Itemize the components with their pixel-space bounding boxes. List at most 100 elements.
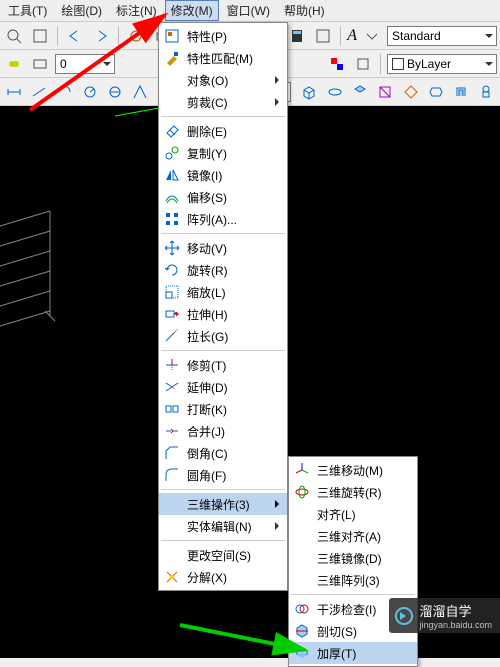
mi-align3d[interactable]: 三维对齐(A)	[289, 525, 417, 547]
separator	[161, 116, 285, 117]
mi-stretch[interactable]: 拉伸(H)	[159, 303, 287, 325]
redo-icon[interactable]	[90, 25, 112, 47]
play-icon	[395, 607, 413, 625]
menu-window[interactable]: 窗口(W)	[221, 0, 276, 21]
action-icon[interactable]	[125, 25, 147, 47]
menu-annotate[interactable]: 标注(N)	[110, 0, 163, 21]
layer-prop-icon[interactable]	[29, 53, 51, 75]
watermark-title: 溜溜自学	[419, 604, 471, 619]
mi-explode[interactable]: 分解(X)	[159, 566, 287, 588]
mi-lengthen[interactable]: 拉长(G)	[159, 325, 287, 347]
palette-icon[interactable]	[312, 25, 334, 47]
dim-icon[interactable]	[104, 81, 125, 103]
color-combo[interactable]: ByLayer	[387, 54, 497, 74]
3d-icon[interactable]	[400, 81, 421, 103]
text-style-icon: A	[347, 27, 357, 45]
join-icon	[163, 422, 181, 440]
find-icon[interactable]	[3, 25, 25, 47]
stretch-icon	[163, 305, 181, 323]
dim-icon[interactable]	[3, 81, 24, 103]
menu-tools[interactable]: 工具(T)	[2, 0, 53, 21]
mi-align[interactable]: 对齐(L)	[289, 503, 417, 525]
separator	[161, 489, 285, 490]
modify-dropdown: 特性(P) 特性匹配(M) 对象(O) 剪裁(C) 删除(E) 复制(Y) 镜像…	[158, 22, 288, 591]
menu-help[interactable]: 帮助(H)	[278, 0, 331, 21]
3d-icon[interactable]	[349, 81, 370, 103]
menu-modify[interactable]: 修改(M)	[165, 0, 219, 21]
undo-icon[interactable]	[64, 25, 86, 47]
separator	[118, 26, 119, 46]
copy-icon	[163, 144, 181, 162]
text-style-value: Standard	[392, 29, 441, 43]
color-icon[interactable]	[352, 53, 374, 75]
array-icon	[163, 210, 181, 228]
mi-thicken[interactable]: 加厚(T)	[289, 642, 417, 664]
text-style-combo[interactable]: Standard	[387, 26, 497, 46]
ortho-icon[interactable]	[29, 25, 51, 47]
matchprop-icon	[163, 49, 181, 67]
dim-icon[interactable]	[79, 81, 100, 103]
mi-3dops[interactable]: 三维操作(3)	[159, 493, 287, 515]
mi-join[interactable]: 合并(J)	[159, 420, 287, 442]
mi-move[interactable]: 移动(V)	[159, 237, 287, 259]
color-value: ByLayer	[407, 57, 451, 71]
mi-clip[interactable]: 剪裁(C)	[159, 91, 287, 113]
mi-move3d[interactable]: 三维移动(M)	[289, 459, 417, 481]
interfere-icon	[293, 600, 311, 618]
3d-icon[interactable]	[375, 81, 396, 103]
explode-icon	[163, 568, 181, 586]
properties-icon	[163, 27, 181, 45]
separator	[380, 54, 381, 74]
mi-break[interactable]: 打断(K)	[159, 398, 287, 420]
mi-solidedit[interactable]: 实体编辑(N)	[159, 515, 287, 537]
separator	[161, 540, 285, 541]
extend-icon	[163, 378, 181, 396]
mi-rotate3d[interactable]: 三维旋转(R)	[289, 481, 417, 503]
mi-copy[interactable]: 复制(Y)	[159, 142, 287, 164]
mi-matchprop[interactable]: 特性匹配(M)	[159, 47, 287, 69]
mi-chspace[interactable]: 更改空间(S)	[159, 544, 287, 566]
mi-erase[interactable]: 删除(E)	[159, 120, 287, 142]
mi-array3d[interactable]: 三维阵列(3)	[289, 569, 417, 591]
3d-icon[interactable]	[324, 81, 345, 103]
mi-array[interactable]: 阵列(A)...	[159, 208, 287, 230]
mi-offset[interactable]: 偏移(S)	[159, 186, 287, 208]
3d-icon[interactable]	[476, 81, 497, 103]
3d-icon[interactable]	[425, 81, 446, 103]
mi-mirror[interactable]: 镜像(I)	[159, 164, 287, 186]
style-dropdown-btn[interactable]	[361, 25, 383, 47]
thicken-icon	[293, 644, 311, 662]
mi-mirror3d[interactable]: 三维镜像(D)	[289, 547, 417, 569]
mi-chamfer[interactable]: 倒角(C)	[159, 442, 287, 464]
mi-scale[interactable]: 缩放(L)	[159, 281, 287, 303]
mi-rotate[interactable]: 旋转(R)	[159, 259, 287, 281]
mirror-icon	[163, 166, 181, 184]
dim-icon[interactable]	[54, 81, 75, 103]
offset-icon	[163, 188, 181, 206]
color-icon[interactable]	[326, 53, 348, 75]
move3d-icon	[293, 461, 311, 479]
3d-icon[interactable]	[450, 81, 471, 103]
move-icon	[163, 239, 181, 257]
separator	[340, 26, 341, 46]
3d-icon[interactable]	[299, 81, 320, 103]
dim-icon[interactable]	[129, 81, 150, 103]
break-icon	[163, 400, 181, 418]
layer-combo[interactable]: 0	[55, 54, 115, 74]
separator	[161, 350, 285, 351]
3dops-submenu: 三维移动(M) 三维旋转(R) 对齐(L) 三维对齐(A) 三维镜像(D) 三维…	[288, 456, 418, 667]
mi-trim[interactable]: 修剪(T)	[159, 354, 287, 376]
dim-icon[interactable]	[28, 81, 49, 103]
mi-fillet[interactable]: 圆角(F)	[159, 464, 287, 486]
rotate3d-icon	[293, 483, 311, 501]
mi-extend[interactable]: 延伸(D)	[159, 376, 287, 398]
menu-draw[interactable]: 绘图(D)	[55, 0, 108, 21]
watermark: 溜溜自学 jingyan.baidu.com	[389, 598, 500, 633]
layer-value: 0	[60, 57, 67, 71]
mi-object[interactable]: 对象(O)	[159, 69, 287, 91]
layer-icon[interactable]	[3, 53, 25, 75]
mi-properties[interactable]: 特性(P)	[159, 25, 287, 47]
separator	[291, 594, 415, 595]
calc-icon[interactable]	[286, 25, 308, 47]
lengthen-icon	[163, 327, 181, 345]
